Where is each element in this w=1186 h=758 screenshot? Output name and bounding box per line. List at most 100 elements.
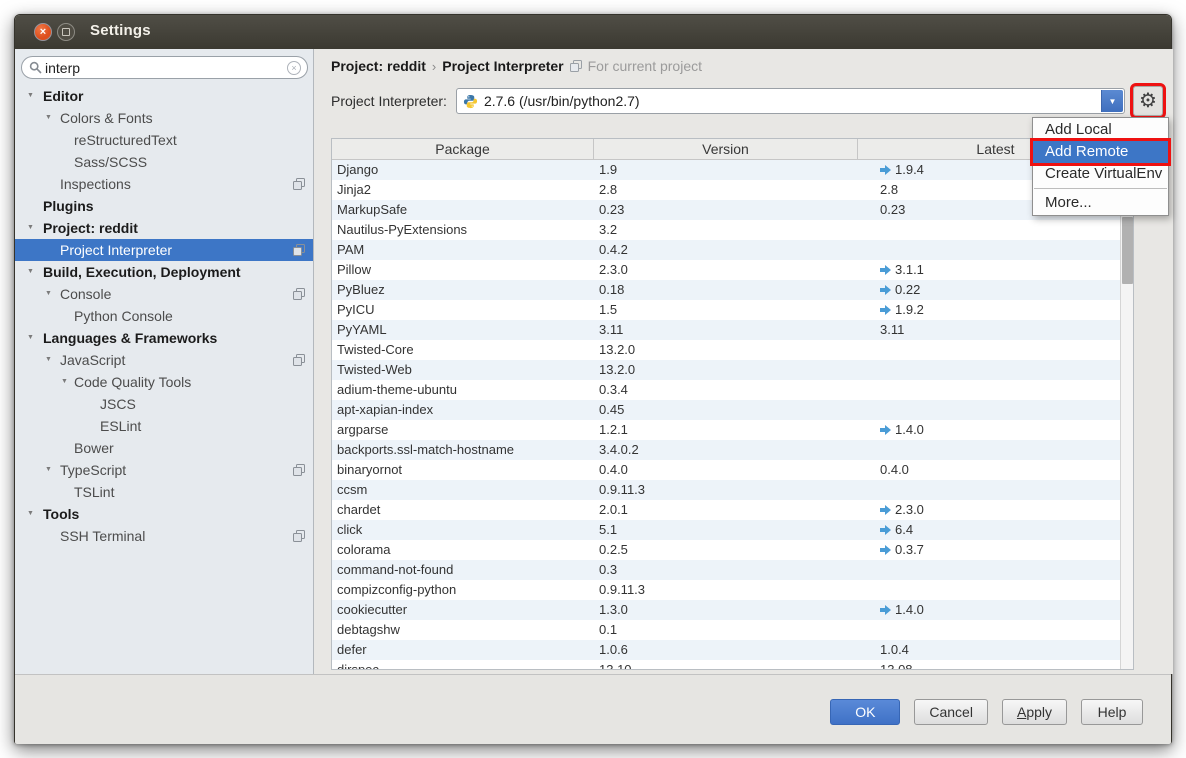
column-header-package[interactable]: Package [332,139,594,159]
sidebar-item-python-console[interactable]: Python Console [15,305,313,327]
breadcrumb-category[interactable]: Project: reddit [331,58,426,74]
cell-package: PyICU [332,300,594,320]
table-row-pybluez[interactable]: PyBluez0.180.22 [332,280,1133,300]
cell-latest [858,360,1133,380]
interpreter-combobox[interactable]: 2.7.6 (/usr/bin/python2.7) ▼ [456,88,1125,114]
cell-package: apt-xapian-index [332,400,594,420]
table-row-pyicu[interactable]: PyICU1.51.9.2 [332,300,1133,320]
table-row-debtagshw[interactable]: debtagshw0.1 [332,620,1133,640]
breadcrumb-page: Project Interpreter [442,58,563,74]
sidebar-item-restructuredtext[interactable]: reStructuredText [15,129,313,151]
titlebar[interactable]: × Settings [15,15,1171,49]
table-scrollbar-thumb[interactable] [1122,217,1133,284]
sidebar-item-colors-fonts[interactable]: ▼Colors & Fonts [15,107,313,129]
window-title: Settings [90,22,151,39]
sidebar-item-label: TSLint [74,484,114,500]
table-scrollbar[interactable] [1120,160,1133,669]
table-row-pillow[interactable]: Pillow2.3.03.1.1 [332,260,1133,280]
sidebar-item-build-execution-deployment[interactable]: ▼ Build, Execution, Deployment [15,261,313,283]
table-row-adium-theme-ubuntu[interactable]: adium-theme-ubuntu0.3.4 [332,380,1133,400]
cell-package: compizconfig-python [332,580,594,600]
latest-version-text: 2.3.0 [895,500,924,520]
search-field[interactable]: × [21,56,308,79]
upgrade-arrow-icon [880,265,891,275]
collapse-arrow-icon[interactable]: ▼ [45,459,52,481]
table-row-compizconfig-python[interactable]: compizconfig-python0.9.11.3 [332,580,1133,600]
table-row-argparse[interactable]: argparse1.2.11.4.0 [332,420,1133,440]
collapse-arrow-icon[interactable]: ▼ [27,327,34,349]
collapse-arrow-icon[interactable]: ▼ [45,349,52,371]
sidebar-item-label: SSH Terminal [60,528,145,544]
menu-item-more[interactable]: More... [1033,192,1168,214]
table-row-apt-xapian-index[interactable]: apt-xapian-index0.45 [332,400,1133,420]
table-row-pam[interactable]: PAM0.4.2 [332,240,1133,260]
table-row-backports-ssl-match-hostname[interactable]: backports.ssl-match-hostname3.4.0.2 [332,440,1133,460]
cancel-button[interactable]: Cancel [914,699,988,725]
table-row-colorama[interactable]: colorama0.2.50.3.7 [332,540,1133,560]
sidebar-item-tools[interactable]: ▼Tools [15,503,313,525]
cell-version: 3.11 [594,320,858,340]
table-row-twisted-core[interactable]: Twisted-Core13.2.0 [332,340,1133,360]
sidebar-item-sass-scss[interactable]: Sass/SCSS [15,151,313,173]
collapse-arrow-icon[interactable]: ▼ [27,261,34,283]
menu-item-add-remote[interactable]: Add Remote [1033,141,1168,163]
column-header-version[interactable]: Version [594,139,858,159]
table-row-ccsm[interactable]: ccsm0.9.11.3 [332,480,1133,500]
latest-version-text: 3.1.1 [895,260,924,280]
sidebar-item-label: JavaScript [60,352,125,368]
collapse-arrow-icon[interactable]: ▼ [45,107,52,129]
table-row-twisted-web[interactable]: Twisted-Web13.2.0 [332,360,1133,380]
collapse-arrow-icon[interactable]: ▼ [61,371,68,393]
sidebar-item-tslint[interactable]: TSLint [15,481,313,503]
sidebar-item-javascript[interactable]: ▼ JavaScript [15,349,313,371]
sidebar-item-languages-frameworks[interactable]: ▼Languages & Frameworks [15,327,313,349]
table-row-command-not-found[interactable]: command-not-found0.3 [332,560,1133,580]
table-row-cookiecutter[interactable]: cookiecutter1.3.01.4.0 [332,600,1133,620]
sidebar-item-jscs[interactable]: JSCS [15,393,313,415]
collapse-arrow-icon[interactable]: ▼ [45,283,52,305]
search-input[interactable] [45,60,287,76]
clear-search-icon[interactable]: × [287,61,301,75]
table-row-jinja2[interactable]: Jinja22.82.8 [332,180,1133,200]
table-row-click[interactable]: click5.16.4 [332,520,1133,540]
sidebar-item-ssh-terminal[interactable]: SSH Terminal [15,525,313,547]
table-row-pyyaml[interactable]: PyYAML3.113.11 [332,320,1133,340]
sidebar-item-typescript[interactable]: ▼TypeScript [15,459,313,481]
sidebar-item-console[interactable]: ▼Console [15,283,313,305]
apply-button[interactable]: Apply [1002,699,1067,725]
cell-latest [858,400,1133,420]
sidebar-item-bower[interactable]: Bower [15,437,313,459]
sidebar-item-plugins[interactable]: Plugins [15,195,313,217]
sidebar-item-code-quality-tools[interactable]: ▼Code Quality Tools [15,371,313,393]
interpreter-dropdown-button[interactable]: ▼ [1101,90,1123,112]
table-row-defer[interactable]: defer1.0.61.0.4 [332,640,1133,660]
table-row-chardet[interactable]: chardet2.0.12.3.0 [332,500,1133,520]
table-row-dirspec[interactable]: dirspec13.1013.08 [332,660,1133,669]
latest-version-text: 1.0.4 [880,640,909,660]
cell-latest: 1.9.2 [858,300,1133,320]
close-button[interactable]: × [34,23,52,41]
sidebar-item-label: Build, Execution, Deployment [43,264,241,280]
sidebar-item-inspections[interactable]: Inspections [15,173,313,195]
sidebar-item-project-reddit[interactable]: ▼Project: reddit [15,217,313,239]
sidebar-item-eslint[interactable]: ESLint [15,415,313,437]
sidebar-item-project-interpreter[interactable]: Project Interpreter [15,239,313,261]
collapse-arrow-icon[interactable]: ▼ [27,217,34,239]
ok-button[interactable]: OK [830,699,900,725]
cell-version: 0.3.4 [594,380,858,400]
gear-icon[interactable]: ⚙ [1139,91,1157,111]
menu-item-add-local[interactable]: Add Local [1033,119,1168,141]
maximize-button[interactable] [57,23,75,41]
sidebar-item-label: Plugins [43,198,94,214]
cell-package: debtagshw [332,620,594,640]
collapse-arrow-icon[interactable]: ▼ [27,85,34,107]
table-row-binaryornot[interactable]: binaryornot0.4.00.4.0 [332,460,1133,480]
table-row-nautilus-pyextensions[interactable]: Nautilus-PyExtensions3.2 [332,220,1133,240]
table-row-markupsafe[interactable]: MarkupSafe0.230.23 [332,200,1133,220]
table-row-django[interactable]: Django1.91.9.4 [332,160,1133,180]
collapse-arrow-icon[interactable]: ▼ [27,503,34,525]
menu-item-create-virtualenv[interactable]: Create VirtualEnv [1033,163,1168,185]
cell-version: 0.23 [594,200,858,220]
sidebar-item-editor[interactable]: ▼Editor [15,85,313,107]
help-button[interactable]: Help [1081,699,1143,725]
